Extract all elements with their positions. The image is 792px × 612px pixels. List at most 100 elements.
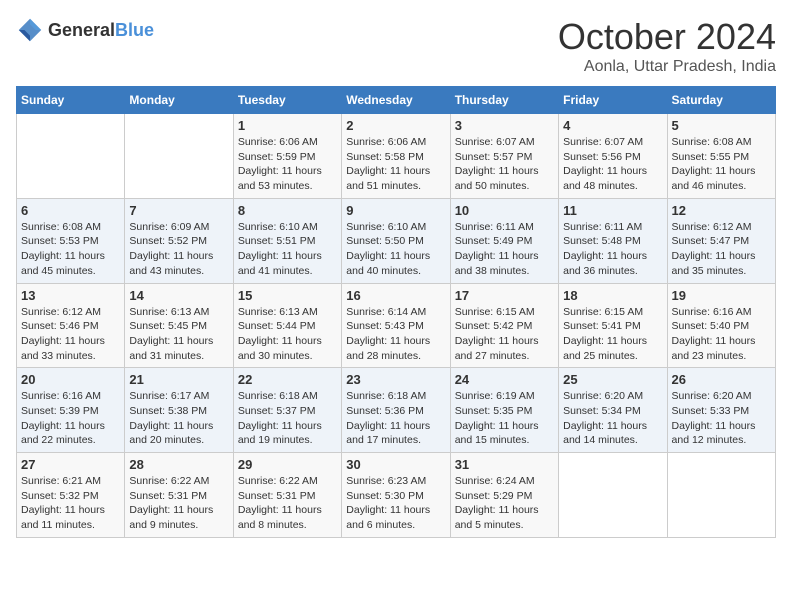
day-number: 20 [21, 372, 120, 387]
day-cell: 13Sunrise: 6:12 AMSunset: 5:46 PMDayligh… [17, 283, 125, 368]
day-cell: 27 Sunrise: 6:21 AMSunset: 5:32 PMDayligh… [17, 453, 125, 538]
day-cell: 24Sunrise: 6:19 AMSunset: 5:35 PMDayligh… [450, 368, 558, 453]
day-number: 29 [238, 457, 337, 472]
day-cell: 21 Sunrise: 6:17 AMSunset: 5:38 PMDayligh… [125, 368, 233, 453]
day-cell: 8 Sunrise: 6:10 AMSunset: 5:51 PMDaylight… [233, 198, 341, 283]
week-row-2: 6Sunrise: 6:08 AMSunset: 5:53 PMDaylight… [17, 198, 776, 283]
day-cell [17, 114, 125, 199]
day-cell: 9 Sunrise: 6:10 AMSunset: 5:50 PMDaylight… [342, 198, 450, 283]
weekday-header-saturday: Saturday [667, 87, 775, 114]
day-cell: 22 Sunrise: 6:18 AMSunset: 5:37 PMDayligh… [233, 368, 341, 453]
calendar-table: SundayMondayTuesdayWednesdayThursdayFrid… [16, 86, 776, 538]
day-info: Sunrise: 6:11 AMSunset: 5:48 PMDaylight:… [563, 220, 662, 279]
calendar-body: 1Sunrise: 6:06 AMSunset: 5:59 PMDaylight… [17, 114, 776, 538]
day-info: Sunrise: 6:06 AMSunset: 5:58 PMDaylight:… [346, 135, 445, 194]
day-cell: 17Sunrise: 6:15 AMSunset: 5:42 PMDayligh… [450, 283, 558, 368]
day-number: 10 [455, 203, 554, 218]
day-info: Sunrise: 6:21 AMSunset: 5:32 PMDaylight:… [21, 474, 120, 533]
page-header: GeneralBlue October 2024 Aonla, Uttar Pr… [16, 16, 776, 76]
weekday-header-friday: Friday [559, 87, 667, 114]
day-cell [667, 453, 775, 538]
day-info: Sunrise: 6:22 AMSunset: 5:31 PMDaylight:… [129, 474, 228, 533]
weekday-header-sunday: Sunday [17, 87, 125, 114]
day-info: Sunrise: 6:20 AMSunset: 5:34 PMDaylight:… [563, 389, 662, 448]
day-info: Sunrise: 6:08 AMSunset: 5:55 PMDaylight:… [672, 135, 771, 194]
day-cell: 31 Sunrise: 6:24 AMSunset: 5:29 PMDayligh… [450, 453, 558, 538]
day-cell: 10Sunrise: 6:11 AMSunset: 5:49 PMDayligh… [450, 198, 558, 283]
weekday-header-wednesday: Wednesday [342, 87, 450, 114]
day-number: 23 [346, 372, 445, 387]
weekday-header-monday: Monday [125, 87, 233, 114]
day-cell: 2 Sunrise: 6:06 AMSunset: 5:58 PMDaylight… [342, 114, 450, 199]
day-info: Sunrise: 6:16 AMSunset: 5:40 PMDaylight:… [672, 305, 771, 364]
day-cell: 15 Sunrise: 6:13 AMSunset: 5:44 PMDayligh… [233, 283, 341, 368]
day-cell: 6Sunrise: 6:08 AMSunset: 5:53 PMDaylight… [17, 198, 125, 283]
day-number: 21 [129, 372, 228, 387]
day-cell: 1Sunrise: 6:06 AMSunset: 5:59 PMDaylight… [233, 114, 341, 199]
day-number: 26 [672, 372, 771, 387]
day-cell: 3 Sunrise: 6:07 AMSunset: 5:57 PMDaylight… [450, 114, 558, 199]
week-row-4: 20 Sunrise: 6:16 AMSunset: 5:39 PMDayligh… [17, 368, 776, 453]
day-info: Sunrise: 6:18 AMSunset: 5:37 PMDaylight:… [238, 389, 337, 448]
day-info: Sunrise: 6:10 AMSunset: 5:51 PMDaylight:… [238, 220, 337, 279]
day-number: 17 [455, 288, 554, 303]
day-number: 28 [129, 457, 228, 472]
day-info: Sunrise: 6:22 AMSunset: 5:31 PMDaylight:… [238, 474, 337, 533]
day-number: 3 [455, 118, 554, 133]
day-number: 22 [238, 372, 337, 387]
day-info: Sunrise: 6:20 AMSunset: 5:33 PMDaylight:… [672, 389, 771, 448]
day-cell: 14Sunrise: 6:13 AMSunset: 5:45 PMDayligh… [125, 283, 233, 368]
weekday-row: SundayMondayTuesdayWednesdayThursdayFrid… [17, 87, 776, 114]
day-cell: 29 Sunrise: 6:22 AMSunset: 5:31 PMDayligh… [233, 453, 341, 538]
day-cell: 25Sunrise: 6:20 AMSunset: 5:34 PMDayligh… [559, 368, 667, 453]
day-number: 31 [455, 457, 554, 472]
day-cell: 18 Sunrise: 6:15 AMSunset: 5:41 PMDayligh… [559, 283, 667, 368]
day-cell: 20 Sunrise: 6:16 AMSunset: 5:39 PMDayligh… [17, 368, 125, 453]
day-cell: 7Sunrise: 6:09 AMSunset: 5:52 PMDaylight… [125, 198, 233, 283]
day-number: 4 [563, 118, 662, 133]
day-number: 2 [346, 118, 445, 133]
day-info: Sunrise: 6:24 AMSunset: 5:29 PMDaylight:… [455, 474, 554, 533]
day-number: 27 [21, 457, 120, 472]
logo-text: GeneralBlue [48, 20, 154, 41]
day-cell: 5 Sunrise: 6:08 AMSunset: 5:55 PMDaylight… [667, 114, 775, 199]
day-number: 14 [129, 288, 228, 303]
day-cell: 26 Sunrise: 6:20 AMSunset: 5:33 PMDayligh… [667, 368, 775, 453]
day-info: Sunrise: 6:10 AMSunset: 5:50 PMDaylight:… [346, 220, 445, 279]
day-info: Sunrise: 6:14 AMSunset: 5:43 PMDaylight:… [346, 305, 445, 364]
day-number: 12 [672, 203, 771, 218]
logo: GeneralBlue [16, 16, 154, 44]
day-info: Sunrise: 6:17 AMSunset: 5:38 PMDaylight:… [129, 389, 228, 448]
day-number: 6 [21, 203, 120, 218]
day-info: Sunrise: 6:15 AMSunset: 5:41 PMDaylight:… [563, 305, 662, 364]
day-info: Sunrise: 6:07 AMSunset: 5:56 PMDaylight:… [563, 135, 662, 194]
day-number: 8 [238, 203, 337, 218]
day-info: Sunrise: 6:23 AMSunset: 5:30 PMDaylight:… [346, 474, 445, 533]
week-row-5: 27 Sunrise: 6:21 AMSunset: 5:32 PMDayligh… [17, 453, 776, 538]
day-info: Sunrise: 6:18 AMSunset: 5:36 PMDaylight:… [346, 389, 445, 448]
day-info: Sunrise: 6:09 AMSunset: 5:52 PMDaylight:… [129, 220, 228, 279]
day-info: Sunrise: 6:16 AMSunset: 5:39 PMDaylight:… [21, 389, 120, 448]
day-number: 18 [563, 288, 662, 303]
day-number: 5 [672, 118, 771, 133]
weekday-header-tuesday: Tuesday [233, 87, 341, 114]
day-cell: 4 Sunrise: 6:07 AMSunset: 5:56 PMDaylight… [559, 114, 667, 199]
day-info: Sunrise: 6:13 AMSunset: 5:44 PMDaylight:… [238, 305, 337, 364]
day-cell: 23 Sunrise: 6:18 AMSunset: 5:36 PMDayligh… [342, 368, 450, 453]
day-cell: 19Sunrise: 6:16 AMSunset: 5:40 PMDayligh… [667, 283, 775, 368]
day-cell: 30 Sunrise: 6:23 AMSunset: 5:30 PMDayligh… [342, 453, 450, 538]
day-number: 16 [346, 288, 445, 303]
location-subtitle: Aonla, Uttar Pradesh, India [558, 58, 776, 76]
day-cell: 11Sunrise: 6:11 AMSunset: 5:48 PMDayligh… [559, 198, 667, 283]
day-number: 30 [346, 457, 445, 472]
day-cell [559, 453, 667, 538]
day-cell: 28 Sunrise: 6:22 AMSunset: 5:31 PMDayligh… [125, 453, 233, 538]
calendar-header: SundayMondayTuesdayWednesdayThursdayFrid… [17, 87, 776, 114]
day-cell: 16 Sunrise: 6:14 AMSunset: 5:43 PMDayligh… [342, 283, 450, 368]
day-number: 15 [238, 288, 337, 303]
logo-icon [16, 16, 44, 44]
month-title: October 2024 [558, 16, 776, 58]
day-number: 9 [346, 203, 445, 218]
day-info: Sunrise: 6:07 AMSunset: 5:57 PMDaylight:… [455, 135, 554, 194]
day-info: Sunrise: 6:19 AMSunset: 5:35 PMDaylight:… [455, 389, 554, 448]
